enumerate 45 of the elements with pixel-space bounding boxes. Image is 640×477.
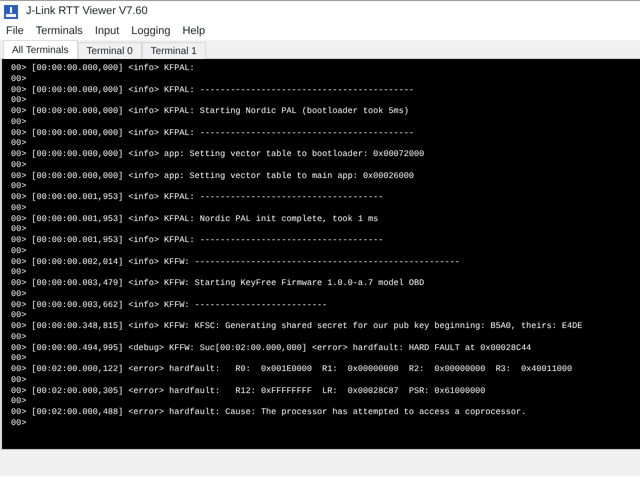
log-line: 00>	[11, 224, 26, 235]
log-line: 00>	[11, 138, 26, 149]
log-line: 00> [00:00:00.000,000] <info> app: Setting vector table to bootloader: 0x00072000	[11, 149, 424, 160]
input-field[interactable]	[0, 449, 640, 476]
log-line: 00> [00:00:00.001,953] <info> KFPAL: ------------------------------------	[11, 192, 384, 203]
log-line: 00>	[11, 332, 26, 342]
log-line: 00> [00:00:00.494,995] <debug> KFFW: Suc[00:02:00.000,000] <error> hardfault: HARD FAULT at 0x00028C44	[11, 342, 532, 354]
menu-item[interactable]: Logging	[125, 22, 176, 40]
tab[interactable]: Terminal 0	[78, 42, 142, 59]
log-line: 00> [00:02:00.000,305] <error> hardfault: R12: 0xFFFFFFFF LR: 0x00028C87 PSR: 0x61000000	[11, 386, 486, 396]
log-line: 00>	[11, 95, 26, 106]
menu-item[interactable]: File	[0, 22, 30, 40]
log-line: 00> [00:02:00.000,122] <error> hardfault: R0: 0x001E0000 R1: 0x00000000 R2: 0x00000000 R3: 0x40011000	[11, 364, 572, 375]
log-line: 00> [00:00:00.000,000] <info> KFPAL: ------------------------------------------	[11, 128, 414, 138]
menu-item[interactable]: Terminals	[30, 22, 89, 40]
log-line: 00> [00:00:00.002,014] <info> KFFW: ----------------------------------------------------	[11, 256, 460, 268]
log-line: 00>	[11, 310, 26, 321]
log-line: 00> [00:00:00.000,000] <info> KFPAL: Starting Nordic PAL (bootloader took 5ms)	[11, 106, 409, 117]
log-line: 00>	[11, 160, 26, 170]
log-line: 00> [00:00:00.003,479] <info> KFFW: Starting KeyFree Firmware 1.0.0-a.7 model OBD	[11, 278, 424, 289]
log-line: 00>	[11, 267, 26, 278]
menu-item[interactable]: Input	[88, 22, 126, 40]
tab[interactable]: Terminal 1	[142, 42, 206, 59]
log-line: 00> [00:00:00.000,000] <info> app: Setting vector table to main app: 0x00026000	[11, 170, 414, 182]
app-icon	[4, 4, 18, 18]
log-line: 00>	[11, 74, 26, 84]
log-line: 00>	[11, 246, 26, 256]
log-line: 00>	[11, 374, 26, 386]
log-line: 00> [00:00:00.348,815] <info> KFFW: KFSC: Generating shared secret for our pub key beginning: B5A0, theirs: E4DE	[11, 321, 582, 332]
log-line: 00>	[11, 288, 26, 300]
log-line: 00>	[11, 353, 26, 364]
log-line: 00> [00:00:00.003,662] <info> KFFW: --------------------------	[11, 300, 328, 310]
log-line: 00> [00:00:00.000,000] <info> KFPAL:	[11, 63, 195, 74]
log-line: 00> [00:00:00.000,000] <info> KFPAL: ------------------------------------------	[11, 84, 414, 96]
window-title: J-Link RTT Viewer V7.60	[26, 4, 148, 20]
log-line: 00>	[11, 181, 26, 192]
log-line: 00>	[11, 202, 26, 214]
tab[interactable]: All Terminals	[3, 40, 78, 59]
log-line: 00>	[11, 418, 26, 428]
log-line: 00> [00:00:00.001,953] <info> KFPAL: ------------------------------------	[11, 235, 384, 246]
menu-item[interactable]: Help	[176, 22, 212, 40]
log-line: 00> [00:00:00.001,953] <info> KFPAL: Nordic PAL init complete, took 1 ms	[11, 214, 378, 224]
log-line: 00> [00:02:00.000,488] <error> hardfault: Cause: The processor has attempted to access a coprocessor.	[11, 407, 526, 418]
log-line: 00>	[11, 396, 26, 407]
log-line: 00>	[11, 116, 26, 128]
